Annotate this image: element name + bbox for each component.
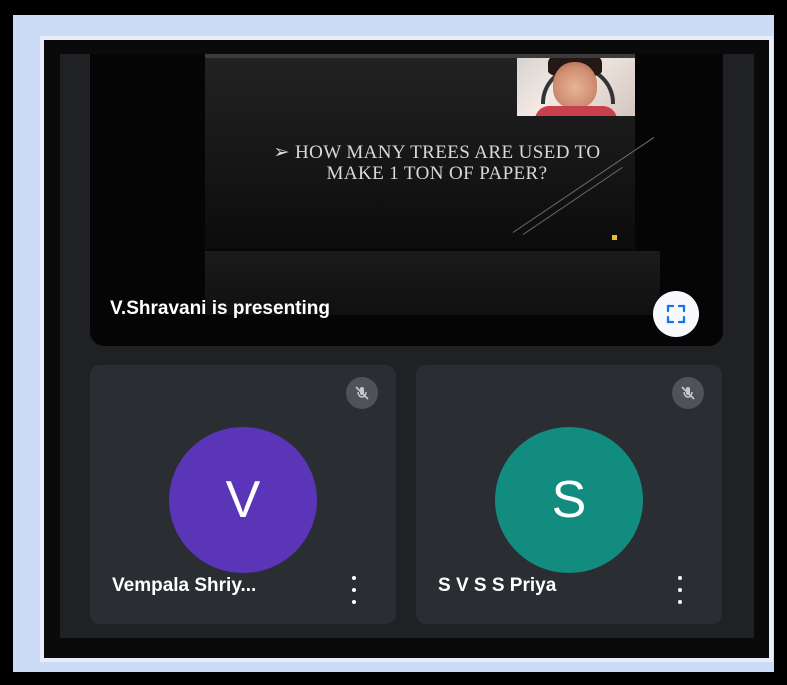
participant-name: S V S S Priya — [438, 575, 557, 596]
more-vertical-icon — [352, 576, 356, 580]
mic-off-icon — [681, 386, 695, 400]
presenter-video-thumbnail — [517, 58, 635, 116]
fullscreen-button[interactable] — [653, 291, 699, 337]
mute-badge — [672, 377, 704, 409]
avatar-initial: V — [225, 471, 261, 529]
more-options-button[interactable] — [348, 576, 360, 604]
slide-marker — [612, 235, 617, 240]
mic-off-icon — [355, 386, 369, 400]
avatar-initial: S — [551, 471, 587, 529]
face-shape — [553, 62, 597, 108]
avatar: V — [169, 427, 317, 573]
avatar: S — [495, 427, 643, 573]
shared-slide: ➢ HOW MANY TREES ARE USED TO MAKE 1 TON … — [205, 54, 655, 250]
participant-tile-1[interactable]: V Vempala Shriy... — [90, 365, 396, 624]
meeting-window: ➢ HOW MANY TREES ARE USED TO MAKE 1 TON … — [60, 54, 754, 638]
participant-tile-2[interactable]: S S V S S Priya — [416, 365, 722, 624]
slide-question: ➢ HOW MANY TREES ARE USED TO MAKE 1 TON … — [273, 142, 601, 184]
mute-badge — [346, 377, 378, 409]
more-options-button[interactable] — [674, 576, 686, 604]
presenting-label: V.Shravani is presenting — [110, 298, 330, 319]
shirt-shape — [535, 106, 617, 116]
participant-name: Vempala Shriy... — [112, 575, 257, 596]
presentation-stage: ➢ HOW MANY TREES ARE USED TO MAKE 1 TON … — [90, 54, 723, 346]
more-vertical-icon — [678, 576, 682, 580]
fullscreen-icon — [666, 304, 686, 324]
